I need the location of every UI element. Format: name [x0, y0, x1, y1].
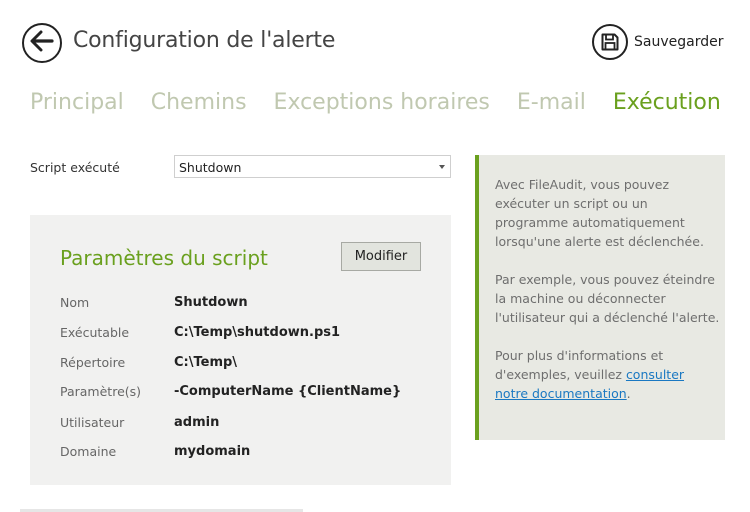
param-value: C:\Temp\shutdown.ps1 [174, 325, 341, 340]
param-label: Domaine [60, 444, 117, 459]
param-value: C:\Temp\ [174, 355, 238, 370]
tab-bar: Principal Chemins Exceptions horaires E-… [30, 90, 748, 115]
param-value: -ComputerName {ClientName} [174, 384, 402, 399]
back-button[interactable] [22, 23, 62, 63]
script-select-value: Shutdown [179, 160, 242, 175]
tab-exceptions-horaires[interactable]: Exceptions horaires [274, 90, 490, 115]
param-value: admin [174, 415, 220, 430]
info-text-suffix: . [626, 386, 631, 401]
tab-chemins[interactable]: Chemins [151, 90, 247, 115]
param-label: Répertoire [60, 355, 126, 370]
param-label: Exécutable [60, 325, 130, 340]
info-text: Avec FileAudit, vous pouvez exécuter un … [495, 175, 721, 422]
modify-button[interactable]: Modifier [341, 242, 421, 271]
chevron-down-icon [439, 165, 445, 169]
alert-config-page: Configuration de l'alerte Sauvegarder Pr… [0, 0, 750, 512]
param-value: mydomain [174, 444, 251, 459]
info-paragraph: Pour plus d'informations et d'exemples, … [495, 346, 721, 403]
info-panel: Avec FileAudit, vous pouvez exécuter un … [475, 155, 725, 440]
info-paragraph: Avec FileAudit, vous pouvez exécuter un … [495, 177, 704, 249]
tab-email[interactable]: E-mail [517, 90, 586, 115]
param-label: Paramètre(s) [60, 384, 142, 399]
arrow-left-icon [30, 30, 54, 56]
save-label: Sauvegarder [634, 34, 724, 50]
page-title: Configuration de l'alerte [73, 28, 336, 53]
params-title: Paramètres du script [60, 246, 268, 270]
script-select[interactable]: Shutdown [174, 155, 451, 178]
param-value: Shutdown [174, 295, 248, 310]
tab-principal[interactable]: Principal [30, 90, 124, 115]
param-label: Nom [60, 295, 90, 310]
script-params-panel: Paramètres du script Modifier Nom Shutdo… [30, 215, 451, 485]
param-label: Utilisateur [60, 415, 125, 430]
tab-execution[interactable]: Exécution [613, 90, 721, 115]
script-label: Script exécuté [30, 160, 120, 175]
floppy-disk-icon [592, 24, 628, 60]
info-paragraph: Par exemple, vous pouvez éteindre la mac… [495, 272, 720, 325]
save-button[interactable]: Sauvegarder [592, 24, 723, 60]
